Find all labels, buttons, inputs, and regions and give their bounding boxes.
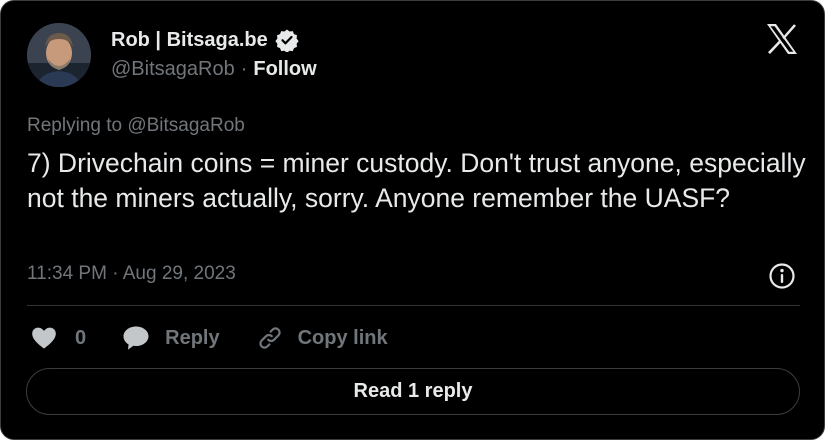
link-icon bbox=[256, 324, 284, 352]
tweet-timestamp[interactable]: 11:34 PM · Aug 29, 2023 bbox=[27, 263, 236, 285]
like-count: 0 bbox=[75, 326, 87, 349]
avatar[interactable] bbox=[27, 23, 91, 87]
x-logo-icon[interactable] bbox=[765, 23, 799, 55]
copy-link-label: Copy link bbox=[297, 326, 388, 349]
copy-link-button[interactable]: Copy link bbox=[256, 324, 388, 352]
follow-button[interactable]: Follow bbox=[253, 58, 316, 81]
tweet-actions: 0 Reply Copy link bbox=[31, 323, 388, 353]
speech-bubble-icon bbox=[122, 325, 150, 351]
tweet-text: 7) Drivechain coins = miner custody. Don… bbox=[27, 148, 806, 213]
heart-icon bbox=[31, 326, 57, 350]
tweet-embed-card: Rob | Bitsaga.be @BitsagaRob · Follow Re… bbox=[0, 0, 825, 440]
verified-badge-icon bbox=[275, 28, 299, 52]
reply-context[interactable]: Replying to @BitsagaRob bbox=[27, 115, 245, 137]
like-button[interactable]: 0 bbox=[31, 326, 122, 350]
reply-label: Reply bbox=[165, 326, 220, 349]
reply-button[interactable]: Reply bbox=[122, 325, 255, 351]
handle-separator: · bbox=[240, 58, 248, 80]
read-replies-button[interactable]: Read 1 reply bbox=[26, 368, 800, 415]
avatar-photo bbox=[27, 23, 91, 87]
info-icon[interactable] bbox=[768, 262, 796, 290]
author-display-name[interactable]: Rob | Bitsaga.be bbox=[111, 29, 268, 52]
author-name-row: Rob | Bitsaga.be bbox=[111, 28, 299, 52]
author-handle[interactable]: @BitsagaRob bbox=[111, 58, 235, 81]
divider bbox=[27, 305, 800, 306]
author-handle-row: @BitsagaRob · Follow bbox=[111, 58, 317, 81]
